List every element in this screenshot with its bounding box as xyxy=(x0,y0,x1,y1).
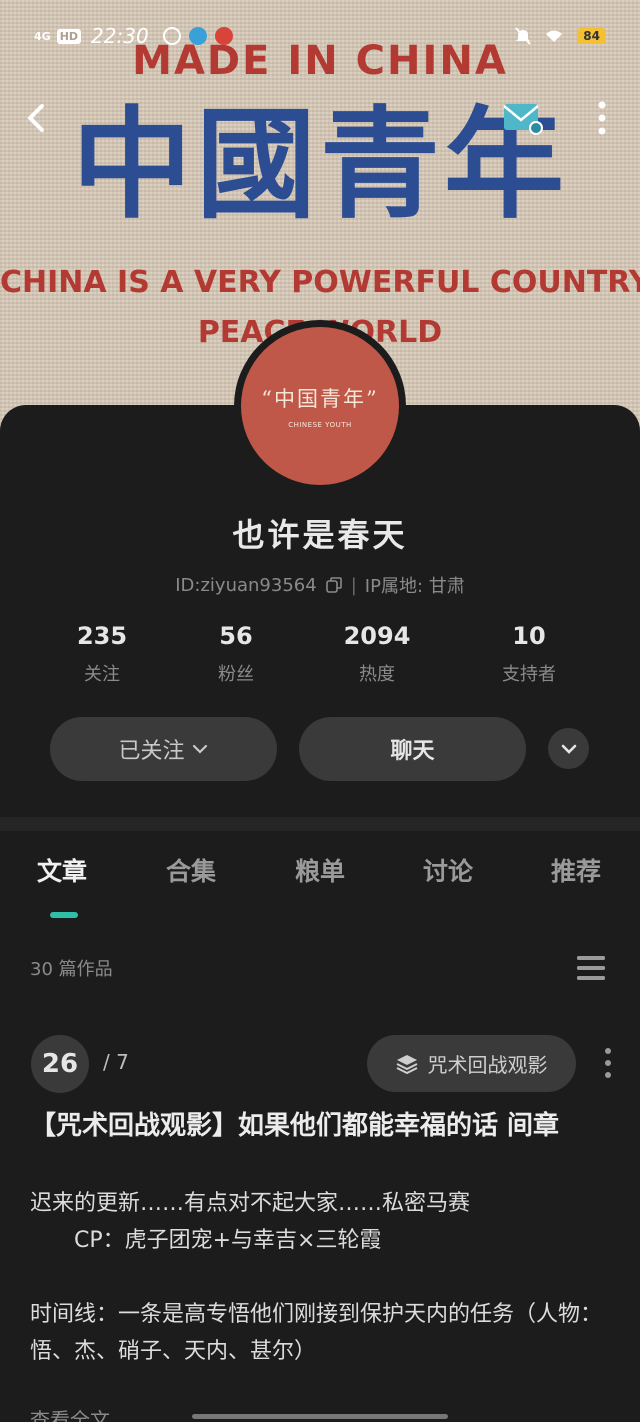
mute-icon xyxy=(515,27,532,45)
home-indicator[interactable] xyxy=(192,1414,448,1419)
post-title[interactable]: 【咒术回战观影】如果他们都能幸福的话 间章 xyxy=(30,1108,620,1144)
tab-lists[interactable]: 粮单 xyxy=(295,852,345,888)
avatar[interactable]: “中国青年” CHINESE YOUTH xyxy=(234,320,406,492)
ip-location: IP属地: 甘肃 xyxy=(364,576,465,597)
chevron-down-icon xyxy=(192,744,207,754)
stat-value: 10 xyxy=(512,622,546,650)
avatar-subtitle: CHINESE YOUTH xyxy=(288,421,352,429)
stat-label: 热度 xyxy=(359,664,395,685)
expand-button[interactable] xyxy=(548,728,589,769)
post-index-badge: 26 xyxy=(31,1035,89,1093)
user-id: ID:ziyuan93564 xyxy=(175,574,317,596)
stat-following[interactable]: 235 关注 xyxy=(42,622,162,686)
username: 也许是春天 xyxy=(232,516,408,554)
post-excerpt-spacer xyxy=(30,1259,610,1296)
list-view-icon[interactable] xyxy=(576,954,606,982)
stat-supporters[interactable]: 10 支持者 xyxy=(469,622,589,686)
following-button-label: 已关注 xyxy=(118,739,185,764)
wifi-icon xyxy=(546,30,563,42)
tab-articles[interactable]: 文章 xyxy=(37,852,87,888)
app-notification-icon xyxy=(162,27,181,45)
separator: | xyxy=(350,574,357,596)
section-divider xyxy=(0,817,640,831)
avatar-title: “中国青年” xyxy=(261,387,379,411)
back-icon[interactable] xyxy=(22,100,54,136)
chat-button[interactable]: 聊天 xyxy=(299,717,526,781)
stat-label: 粉丝 xyxy=(218,664,254,685)
works-count: 30 篇作品 xyxy=(30,959,113,980)
avatar-image: “中国青年” CHINESE YOUTH xyxy=(241,327,399,485)
chat-button-label: 聊天 xyxy=(390,739,435,764)
post-excerpt-line: 时间线：一条是高专悟他们刚接到保护天内的任务（人物：悟、杰、硝子、天内、甚尔） xyxy=(30,1302,603,1364)
stat-label: 关注 xyxy=(84,664,120,685)
app-notification-icon xyxy=(188,27,207,45)
stat-popularity[interactable]: 2094 热度 xyxy=(317,622,437,686)
post-excerpt[interactable]: 迟来的更新……有点对不起大家……私密马赛 CP：虎子团宠+与幸吉×三轮霞 时间线… xyxy=(30,1185,610,1370)
tab-discussions[interactable]: 讨论 xyxy=(423,852,473,888)
stat-followers[interactable]: 56 粉丝 xyxy=(176,622,296,686)
following-button[interactable]: 已关注 xyxy=(50,717,277,781)
hd-indicator: HD xyxy=(56,28,82,44)
active-tab-indicator xyxy=(50,912,78,918)
content-tabs: 文章 合集 粮单 讨论 推荐 xyxy=(0,852,640,922)
stat-label: 支持者 xyxy=(502,664,556,685)
post-excerpt-line: 迟来的更新……有点对不起大家……私密马赛 xyxy=(30,1191,471,1216)
copy-icon[interactable] xyxy=(325,576,343,594)
stats-row: 235 关注 56 粉丝 2094 热度 10 支持者 xyxy=(0,622,640,692)
tab-collections[interactable]: 合集 xyxy=(166,852,216,888)
tab-recommended[interactable]: 推荐 xyxy=(551,852,601,888)
status-bar: 4G HD 22:30 84 xyxy=(0,18,640,54)
post-excerpt-line: CP：虎子团宠+与幸吉×三轮霞 xyxy=(30,1228,382,1253)
layers-icon xyxy=(396,1054,417,1074)
stat-value: 2094 xyxy=(343,622,411,650)
stat-value: 235 xyxy=(76,622,128,650)
read-full-text-link[interactable]: 查看全文 xyxy=(30,1404,110,1422)
stat-value: 56 xyxy=(219,622,253,650)
collection-tag-label: 咒术回战观影 xyxy=(427,1053,548,1077)
more-options-icon[interactable] xyxy=(592,98,612,138)
collection-tag-button[interactable]: 咒术回战观影 xyxy=(367,1035,576,1092)
clock: 22:30 xyxy=(91,24,149,48)
banner-text-slogan: CHINA IS A VERY POWERFUL COUNTRY xyxy=(0,265,640,300)
banner-text-chinese: 中國青年 xyxy=(72,96,568,235)
app-notification-icon xyxy=(214,27,233,45)
battery-indicator: 84 xyxy=(577,28,606,44)
chevron-down-icon xyxy=(561,744,576,754)
post-more-icon[interactable] xyxy=(600,1046,616,1080)
profile-id-line: ID:ziyuan93564 | IP属地: 甘肃 xyxy=(0,572,640,598)
post-total: / 7 xyxy=(103,1050,129,1074)
mail-icon[interactable] xyxy=(500,98,544,136)
network-indicator: 4G xyxy=(34,29,51,43)
